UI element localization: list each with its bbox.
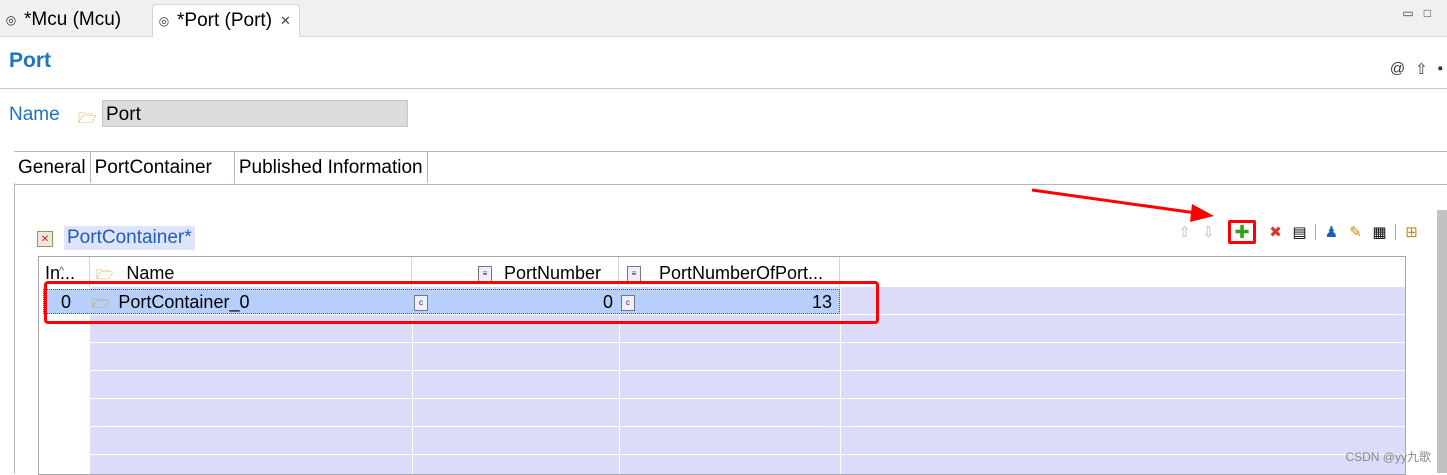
vertical-scrollbar[interactable] [1437,210,1447,473]
container-icon: ✕ [37,231,53,247]
table-row[interactable] [39,455,1405,474]
table-row[interactable] [39,371,1405,399]
table-toolbar: ⇧ ⇩ ✚ ✖ ▤ ♟ ✎ ▦ ⊞ [1176,220,1420,244]
toolbar-separator [1395,224,1396,240]
page-title: Port [9,49,51,72]
maximize-icon[interactable]: □ [1424,6,1441,20]
watermark: CSDN @yy九歌 [1345,450,1431,464]
module-icon: ◎ [5,13,17,27]
tab-port-label: *Port (Port) [177,10,273,31]
tab-port[interactable]: ◎ *Port (Port) ✕ [152,4,300,37]
title-divider [0,88,1447,89]
module-icon: ◎ [158,14,170,28]
delete-icon[interactable]: ✖ [1267,224,1284,241]
tab-divider [14,184,1447,185]
folder-icon: 🗁 [96,266,114,282]
import-icon[interactable]: ⊞ [1403,224,1420,241]
column-header-portnumber-label: PortNumber [504,263,602,283]
move-up-icon[interactable]: ⇧ [1176,224,1193,241]
move-down-icon[interactable]: ⇩ [1200,224,1217,241]
column-header-portnumberofport-label: PortNumberOfPort... [659,263,824,283]
close-icon[interactable]: ✕ [280,13,291,29]
annotation-highlight-box [44,281,879,324]
lock-icon[interactable]: ▪ [1438,60,1443,78]
pencil-icon[interactable]: ✎ [1347,224,1364,241]
folder-icon: 🗁 [78,110,97,127]
table-row[interactable] [39,427,1405,455]
add-user-icon[interactable]: ♟ [1323,224,1340,241]
column-header-name-label: Name [126,263,175,283]
add-row-button[interactable]: ✚ [1228,220,1256,244]
tab-mcu-label: *Mcu (Mcu) [24,9,122,30]
parameter-icon: ≡ [478,266,492,283]
name-field[interactable]: Port [102,100,408,127]
tab-published-information[interactable]: Published Information [234,152,428,183]
tab-general[interactable]: General [14,152,91,183]
parameter-icon: ≡ [627,266,641,283]
header-actions: @ ⇧ ▪ [1390,60,1443,78]
tab-mcu[interactable]: ◎ *Mcu (Mcu) [0,4,121,36]
tab-portcontainer[interactable]: PortContainer [90,152,235,184]
edit-table-icon[interactable]: ▦ [1371,224,1388,241]
name-label: Name [9,104,60,125]
window-controls: ▭□ [1402,6,1441,20]
param-tabs: General PortContainer Published Informat… [14,152,428,184]
copy-icon[interactable]: ▤ [1291,224,1308,241]
minimize-icon[interactable]: ▭ [1402,6,1423,20]
container-title: PortContainer* [64,226,195,250]
table-row[interactable] [39,399,1405,427]
table-row[interactable] [39,343,1405,371]
editor-tab-bar: ◎ *Mcu (Mcu) ◎ *Port (Port) ✕ ▭□ [0,0,1447,37]
up-arrow-icon[interactable]: ⇧ [1415,60,1428,78]
at-icon[interactable]: @ [1390,60,1405,78]
toolbar-separator [1315,224,1316,240]
